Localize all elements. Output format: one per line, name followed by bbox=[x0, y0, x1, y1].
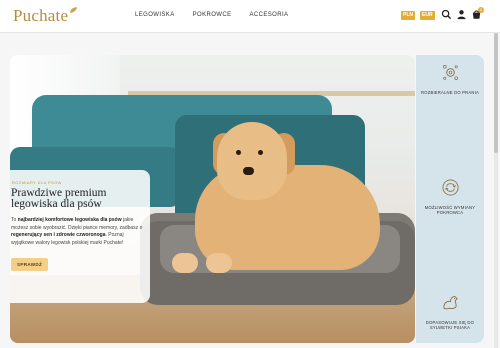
feature-washable-label: ROZBIERALNE DO PRANIA bbox=[421, 90, 479, 95]
nav-item-pokrowce[interactable]: POKROWCE bbox=[193, 12, 232, 18]
feature-cover-swap-label: MOŻLIWOŚĆ WYMIANY POKROWCA bbox=[424, 205, 476, 216]
check-button[interactable]: SPRAWDŹ bbox=[11, 258, 49, 271]
nav-item-accesoria[interactable]: ACCESORIA bbox=[249, 12, 288, 18]
cover-swap-icon bbox=[441, 179, 459, 196]
hero-description: To najbardziej komfortowe legowiska dla … bbox=[11, 217, 150, 247]
hero-title: Prawdziwe premium legowiska dla psów bbox=[11, 187, 107, 210]
feature-dog-fit-label: DOPASOWUJE SIĘ DO SYLWETKI PSIAKA bbox=[425, 320, 475, 331]
feature-washable: ROZBIERALNE DO PRANIA bbox=[416, 63, 484, 95]
hero-desc-highlight-2: regenerujący sen i zdrowie czworonoga bbox=[11, 232, 106, 239]
currency-switch[interactable]: PLN bbox=[401, 11, 415, 20]
hero-dog-eye-left bbox=[236, 150, 241, 155]
feature-cover-swap: MOŻLIWOŚĆ WYMIANY POKROWCA bbox=[416, 178, 484, 216]
hero-banner: ROZMIARY DLA PSOW Prawdziwe premium lego… bbox=[10, 55, 415, 343]
hero-text-card: ROZMIARY DLA PSOW Prawdziwe premium lego… bbox=[10, 170, 150, 303]
page-scrollbar[interactable] bbox=[494, 33, 498, 348]
hero-desc-highlight-1: najbardziej komfortowe legowiska dla psó… bbox=[17, 217, 122, 223]
wash-icon bbox=[442, 65, 458, 80]
leaf-icon bbox=[70, 7, 78, 13]
brand-logo[interactable]: Puchate bbox=[13, 6, 78, 26]
dog-fit-icon bbox=[442, 296, 458, 310]
hero-dog-nose bbox=[243, 167, 254, 175]
main-nav: LEGOWISKA POKROWCE ACCESORIA bbox=[135, 12, 288, 18]
feature-dog-fit: DOPASOWUJE SIĘ DO SYLWETKI PSIAKA bbox=[416, 293, 484, 331]
cart-count-badge: 0 bbox=[478, 7, 484, 13]
features-rail: ROZBIERALNE DO PRANIA MOŻLIWOŚĆ WYMIANY … bbox=[416, 55, 484, 343]
hero-desc-part-1: To bbox=[11, 217, 18, 223]
site-header: Puchate LEGOWISKA POKROWCE ACCESORIA PLN… bbox=[0, 0, 500, 33]
scrollbar-thumb[interactable] bbox=[494, 33, 498, 153]
hero-kicker: ROZMIARY DLA PSOW bbox=[12, 180, 62, 185]
hero-dog-head bbox=[217, 122, 287, 200]
brand-logo-text: Puchate bbox=[13, 6, 69, 25]
hero-dog-paw-left bbox=[172, 253, 198, 273]
nav-item-legowiska[interactable]: LEGOWISKA bbox=[135, 12, 175, 18]
hero-dog-eye-right bbox=[258, 150, 263, 155]
page: Puchate LEGOWISKA POKROWCE ACCESORIA PLN… bbox=[0, 0, 500, 348]
hero-dog-paw-right bbox=[206, 253, 232, 273]
language-switch[interactable]: EUR bbox=[420, 11, 435, 20]
search-icon[interactable] bbox=[441, 9, 452, 20]
user-icon[interactable] bbox=[456, 9, 467, 20]
